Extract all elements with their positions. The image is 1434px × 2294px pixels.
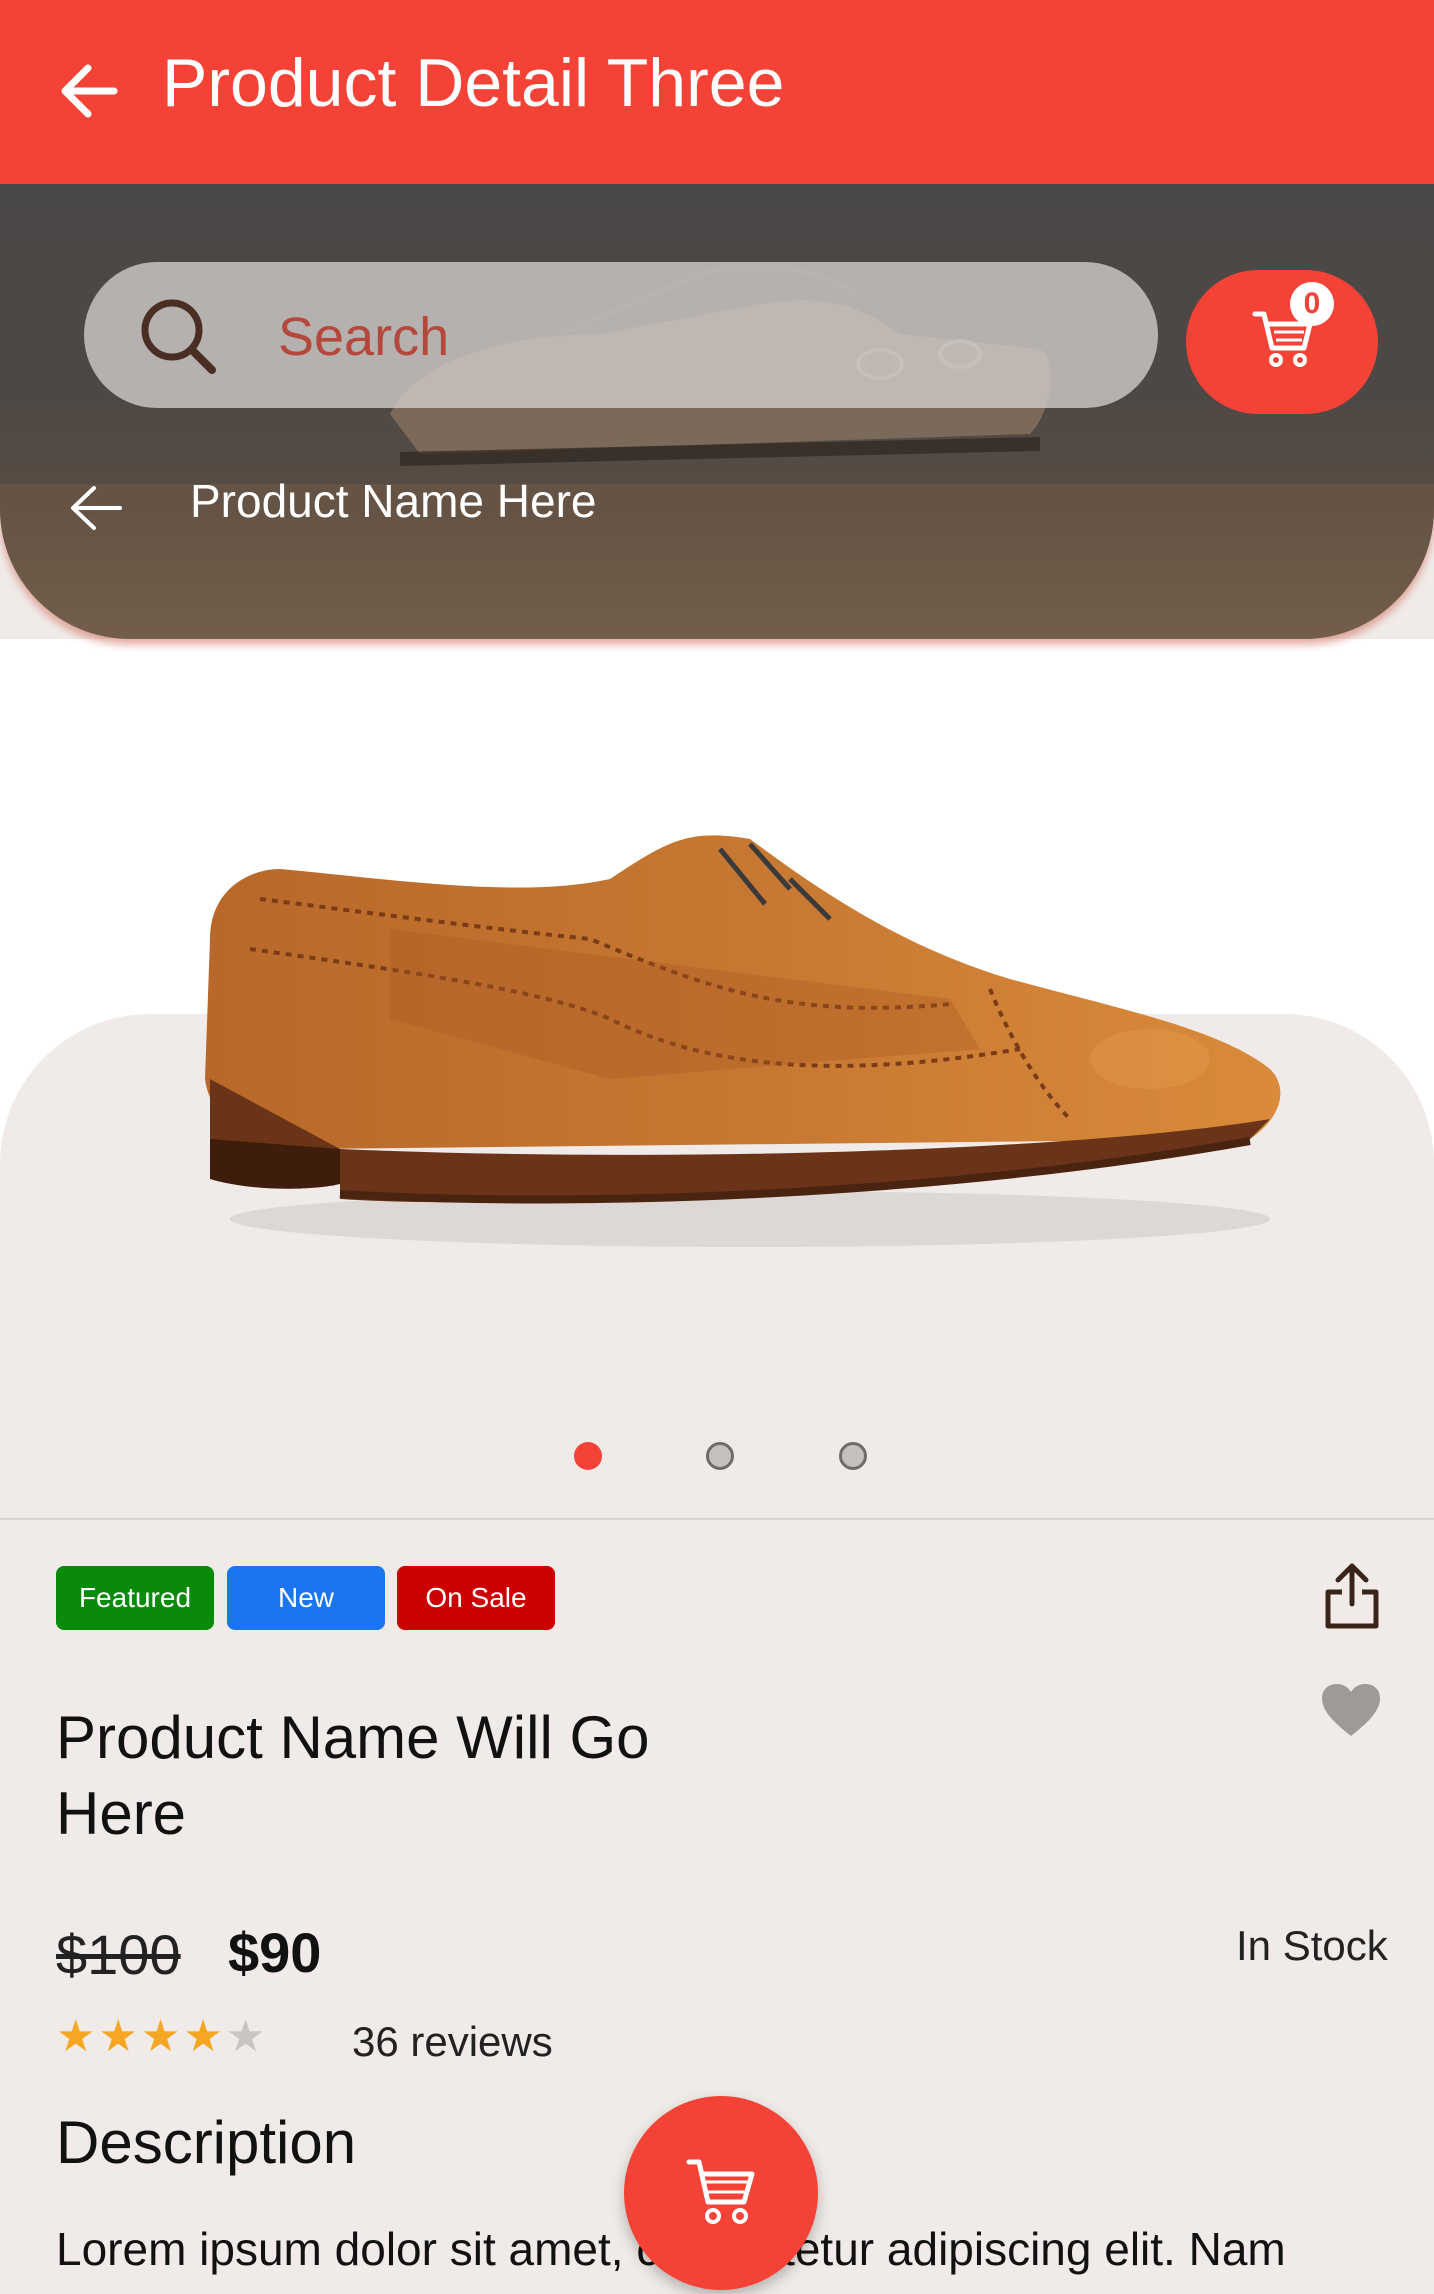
description-heading: Description [56, 2109, 357, 2176]
badge-featured: Featured [56, 1566, 214, 1630]
cart-icon [686, 2159, 755, 2224]
stock-status: In Stock [1236, 1922, 1388, 1969]
product-shoe-image[interactable] [190, 819, 1300, 1279]
pagination-dot-3[interactable] [839, 1442, 867, 1470]
cart-count-badge: 0 [1290, 282, 1334, 326]
original-price: $100 [56, 1923, 181, 1986]
search-bar[interactable]: Search [84, 262, 1158, 408]
star-filled-icon: ★ [183, 2012, 223, 2061]
pagination-dot-1[interactable] [574, 1442, 602, 1470]
hero-title: Product Name Here [190, 475, 597, 527]
star-filled-icon: ★ [56, 2012, 96, 2061]
rating-stars: ★★★★★ [56, 2012, 268, 2062]
badge-on-sale: On Sale [397, 1566, 555, 1630]
badge-new: New [227, 1566, 385, 1630]
cart-button[interactable]: 0 [1186, 270, 1378, 414]
search-placeholder: Search [278, 307, 450, 367]
app-bar: Product Detail Three [0, 0, 1434, 184]
share-icon[interactable] [1322, 1560, 1382, 1632]
product-image-gallery[interactable] [0, 639, 1434, 1519]
star-filled-icon: ★ [98, 2012, 138, 2061]
back-arrow-icon[interactable] [66, 478, 126, 538]
pagination-dot-2[interactable] [706, 1442, 734, 1470]
background-shoe-image [0, 264, 1434, 639]
search-icon [141, 299, 216, 374]
star-filled-icon: ★ [140, 2012, 181, 2061]
divider [0, 1518, 1434, 1520]
gallery-pagination [0, 1440, 1434, 1470]
page-title: Product Detail Three [162, 45, 785, 121]
review-count[interactable]: 36 reviews [352, 2018, 553, 2066]
star-empty-icon: ★ [225, 2012, 266, 2061]
product-name: Product Name Will Go Here [56, 1704, 650, 1847]
favorite-heart-icon[interactable] [1320, 1682, 1382, 1738]
hero-banner: Search 0 Product Name Here [0, 184, 1434, 639]
back-arrow-icon[interactable] [54, 56, 124, 126]
add-to-cart-fab[interactable] [624, 2096, 818, 2290]
sale-price: $90 [228, 1921, 322, 1984]
